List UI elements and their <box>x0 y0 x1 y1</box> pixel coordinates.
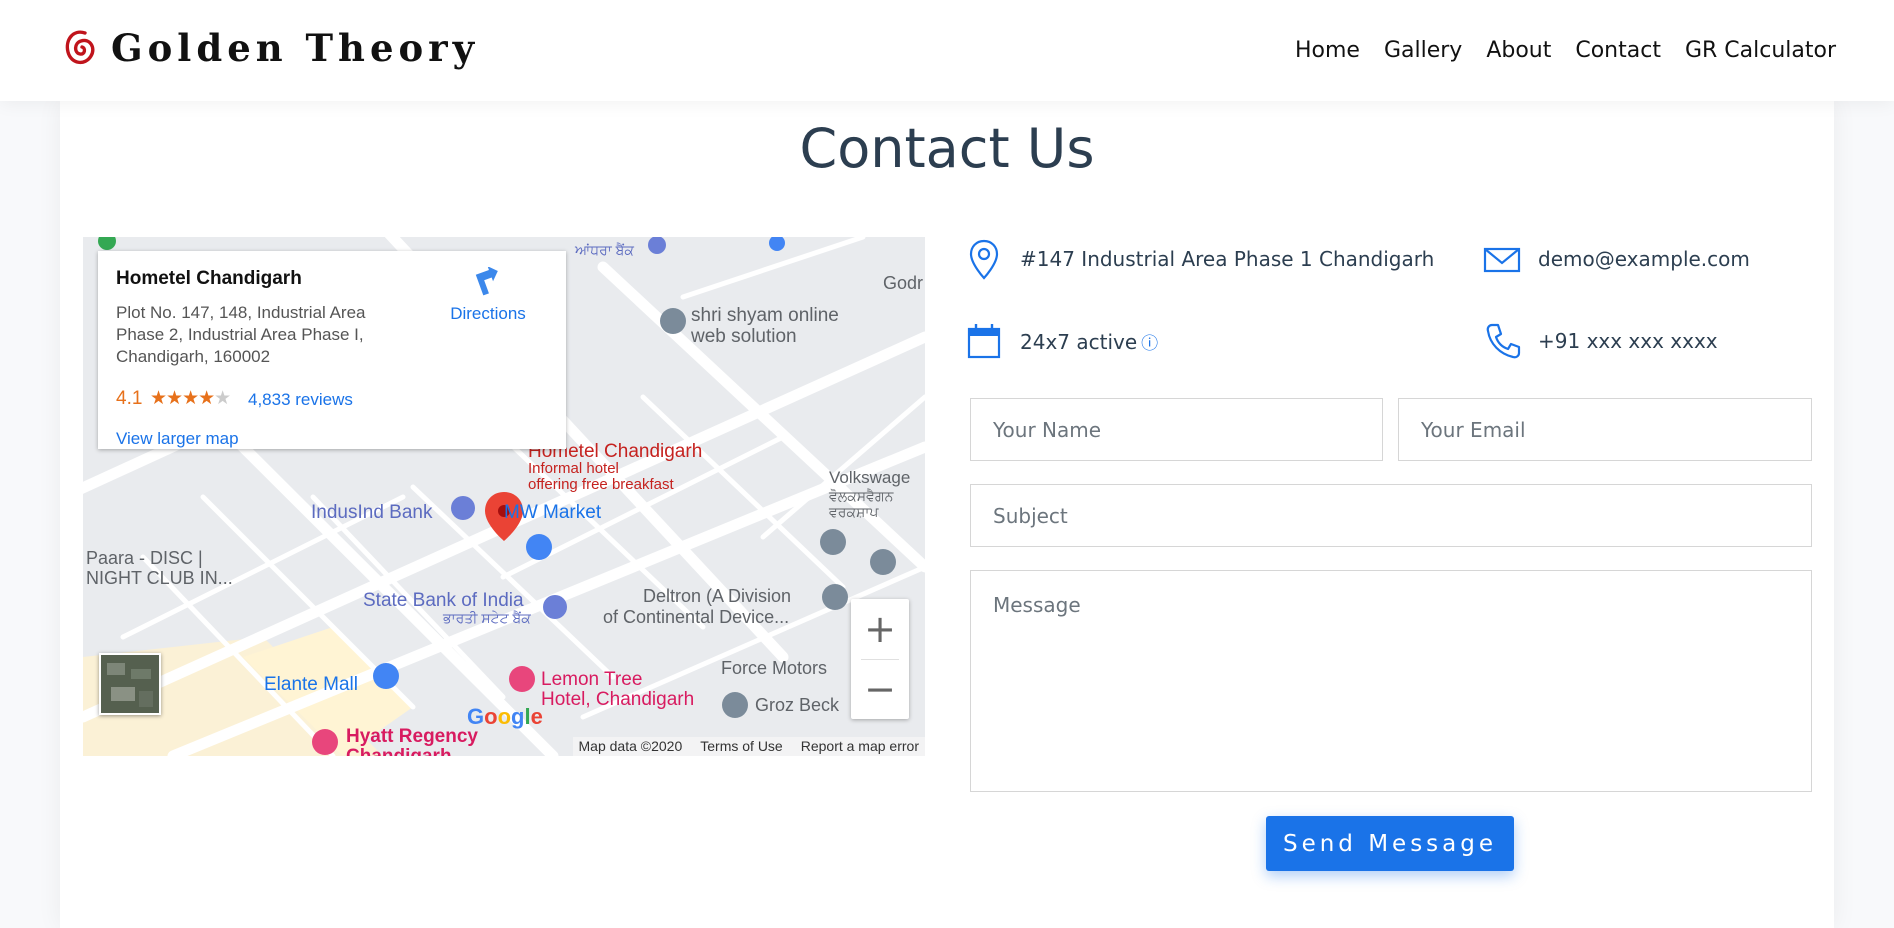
map-label-paara2: NIGHT CLUB IN... <box>86 568 233 588</box>
google-logo: Google <box>467 704 543 729</box>
map-label-groz-beck: Groz Beck <box>755 695 840 715</box>
name-input[interactable] <box>970 398 1383 461</box>
info-circle-icon[interactable]: ⓘ <box>1141 334 1158 354</box>
zoom-controls: + − <box>851 599 909 719</box>
satellite-preview-icon <box>101 655 159 713</box>
map-label-sbi-local: ਭਾਰਤੀ ਸਟੇਟ ਬੈਂਕ <box>442 610 531 626</box>
brand-logo-icon <box>65 30 95 64</box>
map-label-force-motors: Force Motors <box>721 658 827 678</box>
envelope-icon <box>1483 247 1521 273</box>
map-label-volkswagen: Volkswage <box>829 468 910 487</box>
map-label-indusind: IndusInd Bank <box>311 502 433 523</box>
place-name: Hometel Chandigarh <box>116 268 302 289</box>
map-label-lemon-tree2: Hotel, Chandigarh <box>541 689 694 710</box>
map-label-hometel-desc2: offering free breakfast <box>528 476 674 493</box>
map-label-hometel-desc: Informal hotel <box>528 460 619 477</box>
hours-text: 24x7 active ⓘ <box>1020 329 1158 354</box>
address-text: #147 Industrial Area Phase 1 Chandigarh <box>1020 247 1435 271</box>
directions-button[interactable]: Directions <box>438 266 538 324</box>
send-message-button[interactable]: Send Message <box>1266 816 1514 871</box>
calendar-icon <box>967 324 1001 359</box>
view-larger-map-link[interactable]: View larger map <box>116 429 239 449</box>
info-address: #147 Industrial Area Phase 1 Chandigarh <box>964 238 1434 280</box>
location-pin-icon <box>969 239 999 280</box>
info-email[interactable]: demo@example.com <box>1482 238 1750 280</box>
map-label-andhra: ਆਂਧਰਾ ਬੈਂਕ <box>574 242 634 258</box>
subject-input[interactable] <box>970 484 1812 547</box>
map-place-card: Hometel Chandigarh Plot No. 147, 148, In… <box>98 251 566 449</box>
map-label-shri: shri shyam online <box>691 305 839 326</box>
email-input[interactable] <box>1398 398 1812 461</box>
phone-text: +91 xxx xxx xxxx <box>1538 329 1718 353</box>
zoom-in-button[interactable]: + <box>851 599 909 659</box>
page-title: Contact Us <box>799 117 1095 180</box>
info-hours: 24x7 active ⓘ <box>964 320 1158 362</box>
embedded-map[interactable]: Hometel Chandigarh Informal hotel offeri… <box>83 237 925 756</box>
reviews-link[interactable]: 4,833 reviews <box>248 390 353 410</box>
map-label-sbi: State Bank of India <box>363 590 524 611</box>
map-label-deltron2: of Continental Device... <box>603 607 789 627</box>
map-label-volkswagen-local2: ਵਰਕਸ਼ਾਪ <box>828 504 879 520</box>
nav-about[interactable]: About <box>1486 38 1551 63</box>
phone-icon <box>1486 323 1521 359</box>
terms-of-use-link[interactable]: Terms of Use <box>700 738 782 755</box>
map-label-shri2: web solution <box>690 326 797 347</box>
info-phone[interactable]: +91 xxx xxx xxxx <box>1482 320 1718 362</box>
zoom-out-button[interactable]: − <box>851 659 909 719</box>
rating-stars-icon: ★★★★★ <box>150 388 231 409</box>
map-label-elante: Elante Mall <box>264 674 358 695</box>
map-label-paara: Paara - DISC | <box>86 548 203 568</box>
map-label-mw-market: MW Market <box>504 502 602 523</box>
report-map-error-link[interactable]: Report a map error <box>801 738 919 755</box>
nav-gallery[interactable]: Gallery <box>1384 38 1462 63</box>
map-data-credit: Map data ©2020 <box>578 738 683 754</box>
directions-label: Directions <box>450 304 526 323</box>
brand[interactable]: Golden Theory <box>63 24 479 72</box>
place-rating: 4.1 <box>116 388 143 409</box>
map-label-volkswagen-local: ਵੋਲਕਸਵੈਗਨ <box>828 488 894 504</box>
nav-contact[interactable]: Contact <box>1575 38 1661 63</box>
map-label-deltron: Deltron (A Division <box>643 586 791 606</box>
map-label-godrej: Godr <box>883 273 923 293</box>
map-attribution: Map data ©2020 Terms of Use Report a map… <box>572 737 925 756</box>
map-label-lemon-tree: Lemon Tree <box>541 669 642 690</box>
map-label-hyatt2: Chandigarh <box>346 746 452 756</box>
hours-value: 24x7 active <box>1020 329 1138 354</box>
nav-home[interactable]: Home <box>1295 38 1360 63</box>
nav-gr-calculator[interactable]: GR Calculator <box>1685 38 1836 63</box>
place-address: Plot No. 147, 148, Industrial Area Phase… <box>116 303 366 366</box>
map-label-hyatt: Hyatt Regency <box>346 726 478 747</box>
satellite-toggle[interactable] <box>99 653 161 715</box>
message-textarea[interactable] <box>970 570 1812 792</box>
email-text: demo@example.com <box>1538 247 1750 271</box>
brand-name: Golden Theory <box>111 26 480 70</box>
main-nav: Home Gallery About Contact GR Calculator <box>1271 38 1836 63</box>
directions-icon <box>475 266 498 296</box>
navbar: Golden Theory Home Gallery About Contact… <box>0 0 1894 101</box>
